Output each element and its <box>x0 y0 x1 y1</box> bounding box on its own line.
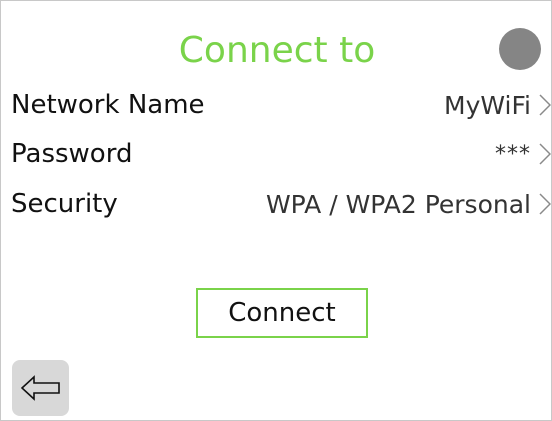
security-row[interactable]: Security WPA / WPA2 Personal <box>11 184 551 224</box>
chevron-right-icon <box>539 94 551 116</box>
connect-button[interactable]: Connect <box>196 288 368 338</box>
password-label: Password <box>11 139 133 169</box>
back-arrow-icon <box>20 375 60 401</box>
page-title: Connect to <box>178 30 376 71</box>
chevron-right-icon <box>539 143 551 165</box>
connect-screen: Connect to Network Name MyWiFi Password … <box>0 0 552 421</box>
password-row[interactable]: Password *** <box>11 134 551 174</box>
security-value: WPA / WPA2 Personal <box>265 189 531 219</box>
back-button[interactable] <box>12 360 69 416</box>
password-value: *** <box>495 141 531 167</box>
security-label: Security <box>11 189 118 219</box>
network-name-row[interactable]: Network Name MyWiFi <box>11 85 551 125</box>
network-name-value: MyWiFi <box>444 90 531 120</box>
status-indicator-icon <box>499 28 541 70</box>
network-name-label: Network Name <box>11 90 205 120</box>
chevron-right-icon <box>539 193 551 215</box>
